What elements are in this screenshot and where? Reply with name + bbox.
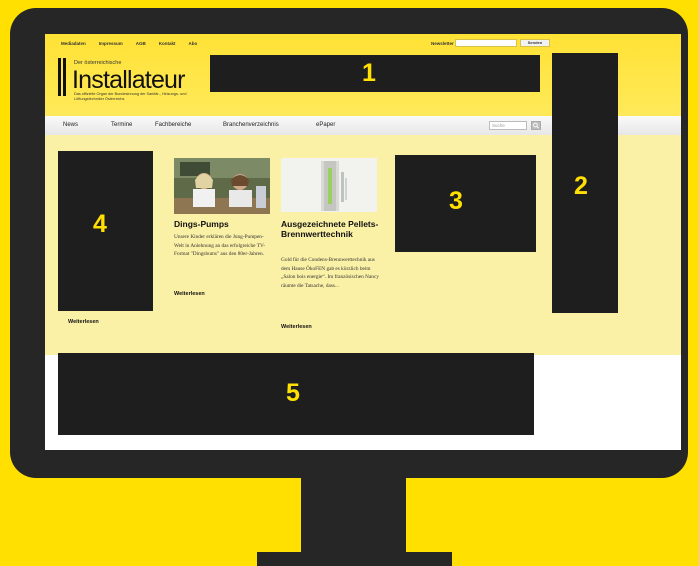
logo-tagline: Das offizielle Organ der Bundesinnung de… bbox=[74, 92, 187, 101]
article-title-pellets[interactable]: Ausgezeichnete Pellets-Brennwerttechnik bbox=[281, 219, 381, 239]
top-link-abo[interactable]: Abo bbox=[189, 41, 198, 46]
callout-number-1: 1 bbox=[362, 59, 376, 87]
article-title-dings-pumps[interactable]: Dings-Pumps bbox=[174, 219, 274, 229]
nav-item-epaper[interactable]: ePaper bbox=[316, 122, 335, 128]
top-link-kontakt[interactable]: Kontakt bbox=[159, 41, 176, 46]
callout-number-2: 2 bbox=[574, 172, 588, 200]
search-icon bbox=[533, 122, 539, 129]
article-image-dings-pumps[interactable] bbox=[174, 158, 270, 214]
article-readmore-dings-pumps[interactable]: Weiterlesen bbox=[174, 291, 205, 297]
redaction-box-3: 3 bbox=[395, 155, 536, 252]
redaction-box-5: 5 bbox=[58, 353, 534, 435]
callout-number-5: 5 bbox=[286, 379, 300, 407]
search-button[interactable] bbox=[531, 121, 541, 130]
nav-item-branchenverzeichnis[interactable]: Branchenverzeichnis bbox=[223, 122, 279, 128]
nav-item-news[interactable]: News bbox=[63, 122, 78, 128]
logo-title[interactable]: Installateur bbox=[72, 66, 186, 95]
newsletter-send-button[interactable]: Senden bbox=[520, 39, 550, 47]
redaction-box-2: 2 bbox=[552, 53, 618, 313]
nav-item-termine[interactable]: Termine bbox=[111, 122, 132, 128]
article-photo bbox=[174, 158, 270, 214]
left-article-readmore[interactable]: Weiterlesen bbox=[68, 319, 99, 325]
article-readmore-pellets[interactable]: Weiterlesen bbox=[281, 324, 312, 330]
nav-item-fachbereiche[interactable]: Fachbereiche bbox=[155, 122, 191, 128]
logo-mark bbox=[58, 58, 68, 96]
monitor-stand-base bbox=[257, 552, 452, 566]
redaction-box-1: 1 bbox=[210, 55, 540, 92]
callout-number-4: 4 bbox=[93, 210, 107, 238]
article-teaser-pellets: Gold für die Condens-Brennwerttechnik au… bbox=[281, 257, 379, 289]
article-image-pellets[interactable] bbox=[281, 158, 377, 212]
article-teaser-dings-pumps: Unsere Kinder erklären die Jung-Pumpen-W… bbox=[174, 234, 266, 257]
search-input[interactable]: Suche bbox=[489, 121, 527, 130]
monitor-stand-neck bbox=[301, 476, 406, 554]
redaction-box-4: 4 bbox=[58, 151, 153, 311]
top-link-agb[interactable]: AGB bbox=[136, 41, 146, 46]
top-link-mediadaten[interactable]: Mediadaten bbox=[61, 41, 86, 46]
top-links: Mediadaten Impressum AGB Kontakt Abo bbox=[61, 41, 197, 46]
newsletter-input[interactable] bbox=[455, 39, 517, 47]
article-photo bbox=[281, 158, 377, 212]
callout-number-3: 3 bbox=[449, 187, 463, 215]
newsletter-label: Newsletter bbox=[431, 41, 454, 46]
top-link-impressum[interactable]: Impressum bbox=[99, 41, 123, 46]
